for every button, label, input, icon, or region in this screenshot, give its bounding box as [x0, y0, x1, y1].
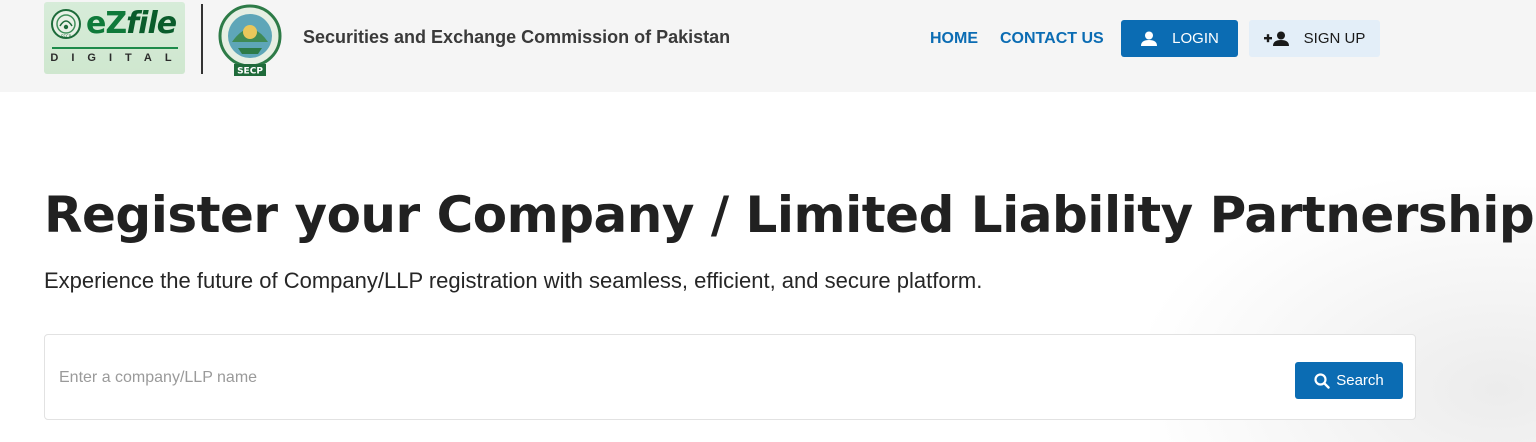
- login-button[interactable]: LOGIN: [1121, 20, 1238, 57]
- brand-prefix: eZ: [86, 6, 127, 41]
- search-button[interactable]: Search: [1295, 362, 1403, 399]
- search-icon: [1314, 372, 1330, 389]
- logo-subtitle: DIGITAL: [50, 52, 185, 64]
- seal-text: SECP: [61, 34, 72, 39]
- add-user-icon: [1263, 31, 1290, 47]
- secp-emblem-logo[interactable]: SECP: [216, 2, 286, 78]
- secp-seal-icon: SECP: [51, 9, 81, 39]
- ezfile-digital-logo[interactable]: SECP eZfile DIGITAL: [44, 2, 185, 74]
- login-label: LOGIN: [1172, 30, 1219, 47]
- logo-divider: [201, 4, 203, 74]
- nav-home-link[interactable]: HOME: [930, 30, 978, 48]
- brand-suffix: file: [126, 6, 177, 41]
- nav-contact-us-link[interactable]: CONTACT US: [1000, 30, 1104, 48]
- user-icon: [1140, 31, 1158, 47]
- top-header: SECP eZfile DIGITAL SECP Securities and …: [0, 0, 1536, 92]
- ezfile-brand-text: eZfile: [86, 6, 177, 41]
- signup-label: SIGN UP: [1303, 30, 1366, 47]
- page-title: Register your Company / Limited Liabilit…: [44, 186, 1535, 244]
- secp-emblem-text: SECP: [237, 67, 263, 77]
- company-search-card: Search: [44, 334, 1416, 420]
- page-subtitle: Experience the future of Company/LLP reg…: [44, 268, 983, 293]
- signup-button[interactable]: SIGN UP: [1249, 20, 1380, 57]
- organization-title: Securities and Exchange Commission of Pa…: [303, 27, 731, 47]
- search-button-label: Search: [1336, 372, 1384, 389]
- company-name-search-input[interactable]: [57, 357, 1261, 399]
- logo-underline: [52, 47, 178, 49]
